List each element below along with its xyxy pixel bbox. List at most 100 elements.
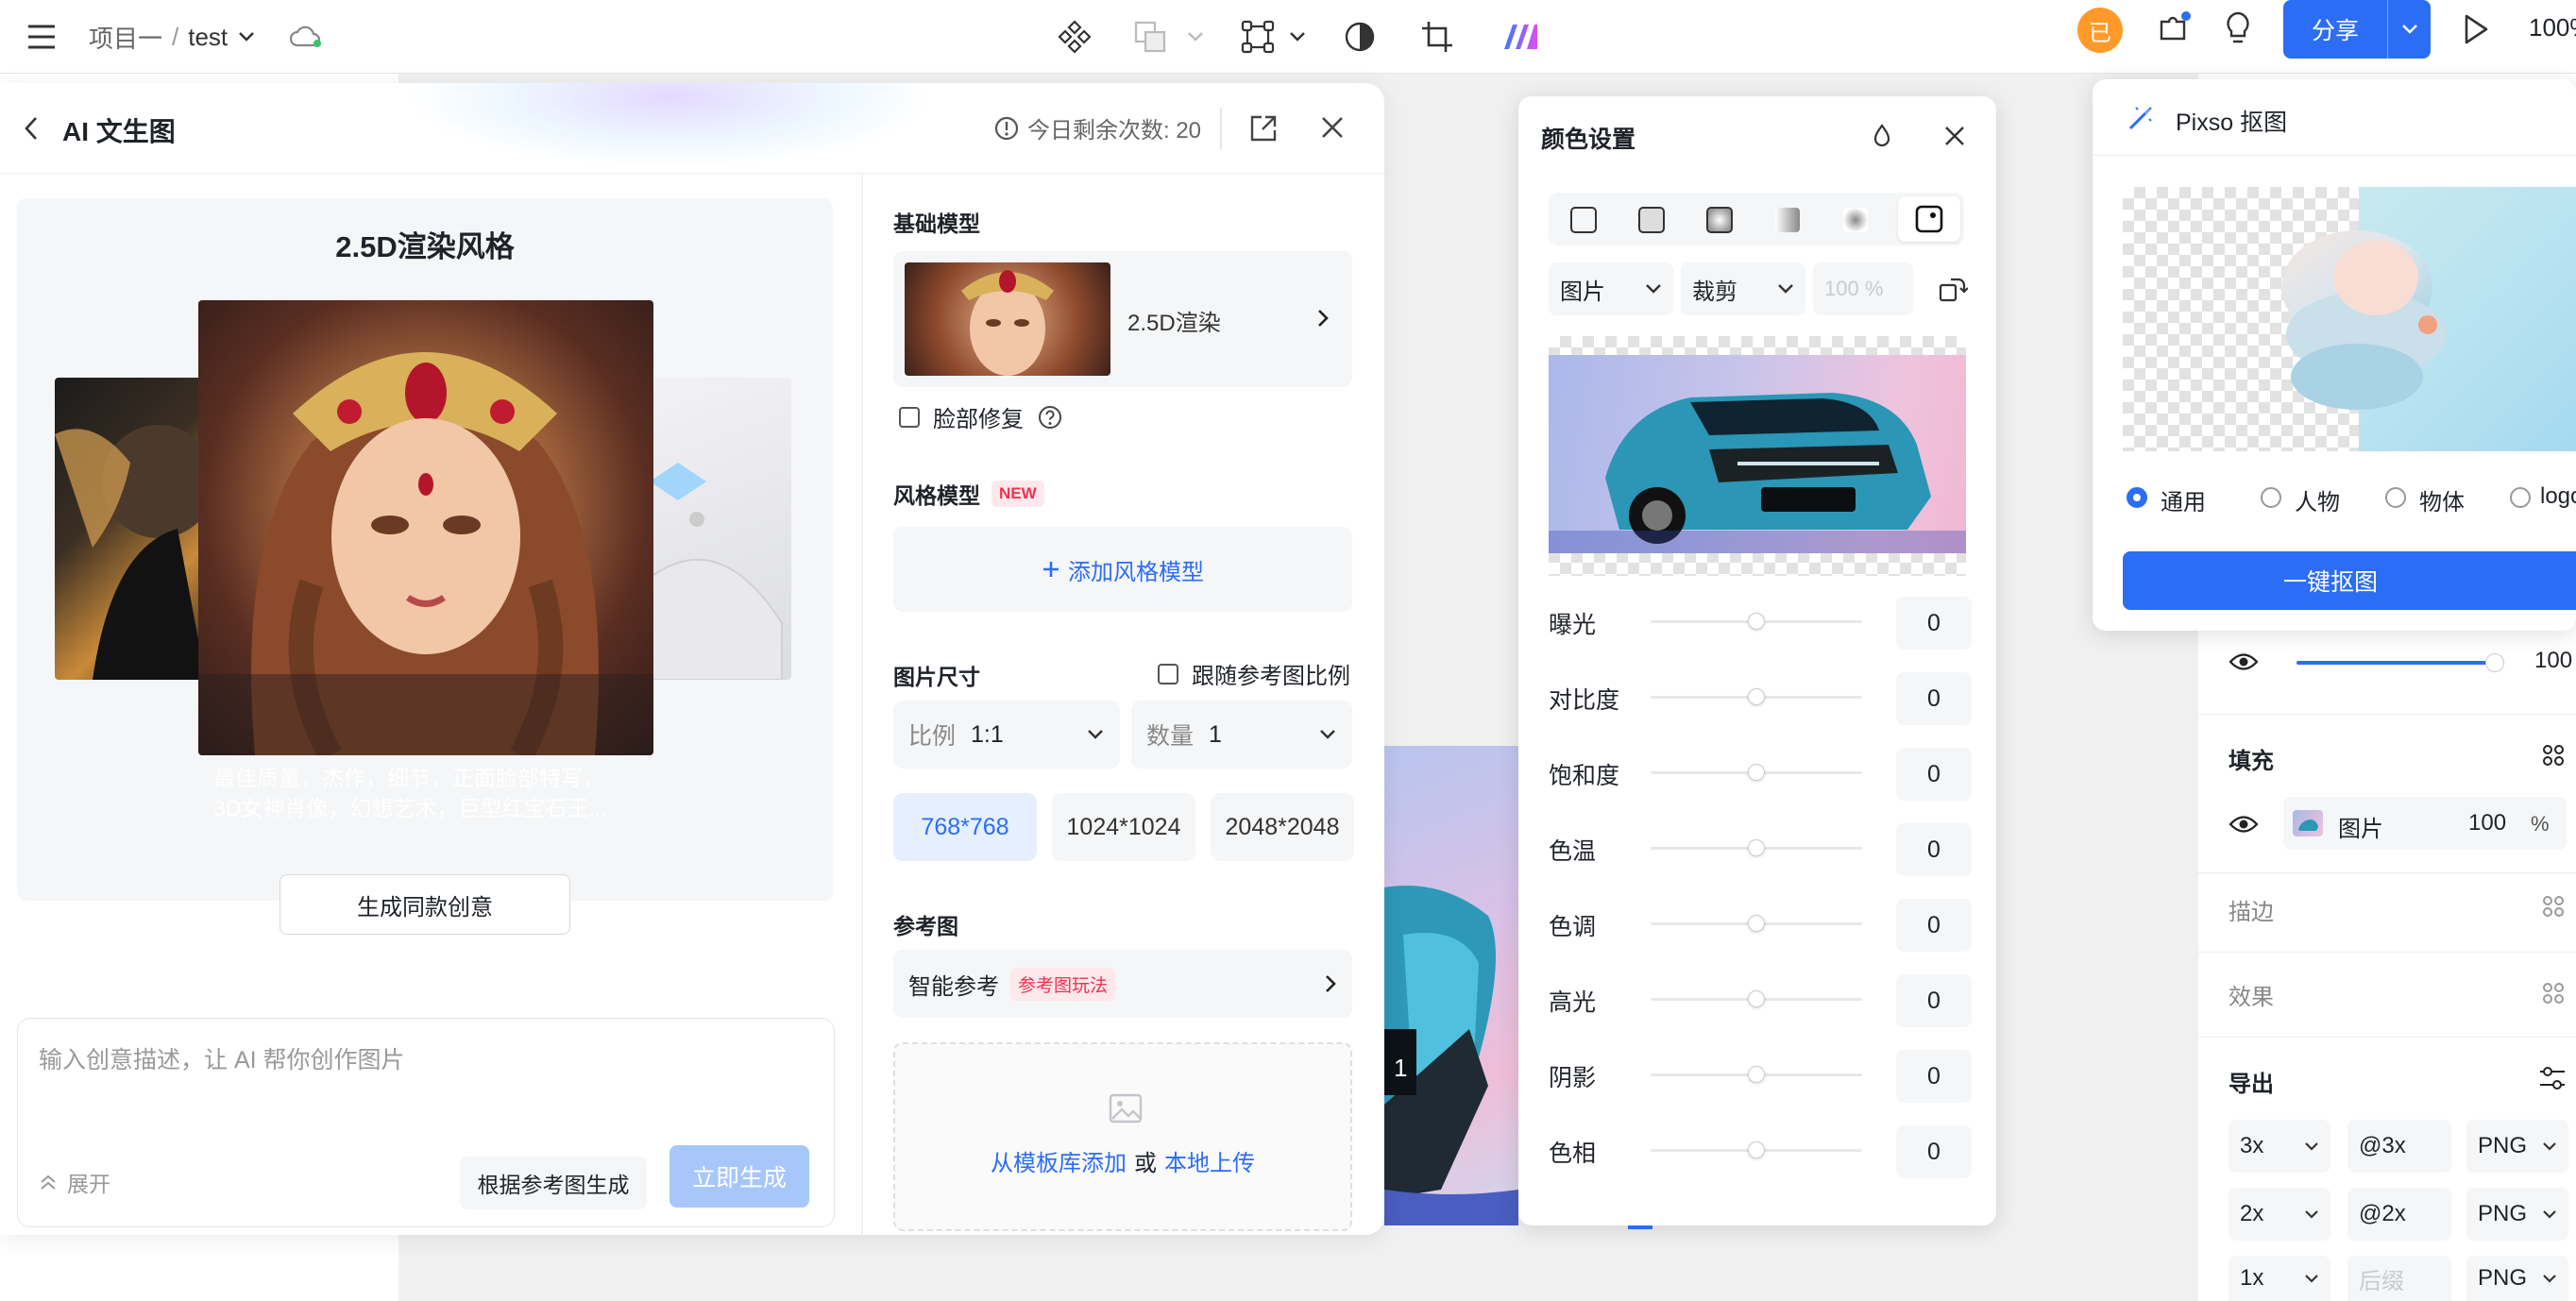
export-format-select[interactable]: PNG bbox=[2466, 1188, 2568, 1241]
export-scale-select[interactable]: 3x bbox=[2229, 1120, 2330, 1173]
adjust-label-tint: 色调 bbox=[1549, 914, 1597, 940]
generate-same-button[interactable]: 生成同款创意 bbox=[280, 874, 570, 935]
highlights-slider-knob[interactable] bbox=[1748, 990, 1765, 1007]
tint-slider-knob[interactable] bbox=[1748, 915, 1765, 932]
style-sample-left[interactable] bbox=[55, 378, 206, 680]
count-select[interactable]: 数量 1 bbox=[1131, 701, 1352, 769]
one-click-cutout-button[interactable]: 一键抠图 bbox=[2123, 551, 2576, 610]
fill-thumbnail[interactable] bbox=[2293, 810, 2323, 836]
chevron-down-icon bbox=[1320, 730, 1335, 739]
fill-row[interactable]: 图片 100 % bbox=[2283, 797, 2567, 850]
component-icon[interactable] bbox=[1054, 16, 1095, 58]
export-format-select[interactable]: PNG bbox=[2466, 1120, 2568, 1173]
follow-ratio-checkbox[interactable] bbox=[1158, 663, 1178, 684]
vector-network-icon[interactable] bbox=[1237, 16, 1279, 58]
project-name[interactable]: 项目一 bbox=[89, 20, 162, 55]
cutout-option-object-radio[interactable] bbox=[2385, 487, 2406, 508]
crop-icon[interactable] bbox=[1416, 16, 1458, 58]
share-dropdown[interactable] bbox=[2387, 0, 2431, 59]
file-name[interactable]: test bbox=[188, 23, 228, 52]
style-sample-main[interactable] bbox=[198, 300, 653, 755]
stroke-title: 描边 bbox=[2229, 900, 2274, 925]
size-option-2048[interactable]: 2048*2048 bbox=[1211, 793, 1354, 861]
mask-icon[interactable] bbox=[1339, 16, 1381, 58]
export-suffix-input[interactable]: @3x bbox=[2347, 1120, 2451, 1173]
cutout-option-general[interactable]: 通用 bbox=[2161, 483, 2206, 516]
eye-icon[interactable] bbox=[2229, 814, 2259, 835]
play-icon[interactable] bbox=[2455, 8, 2497, 50]
back-icon[interactable] bbox=[23, 115, 40, 142]
help-icon[interactable] bbox=[1037, 404, 1063, 431]
eye-icon[interactable] bbox=[2229, 651, 2259, 672]
saturation-slider-knob[interactable] bbox=[1748, 764, 1765, 781]
lightbulb-icon[interactable] bbox=[2217, 8, 2259, 49]
fill-opacity-value[interactable]: 100 bbox=[2468, 810, 2506, 836]
magic-wand-icon bbox=[2128, 107, 2152, 130]
add-style-model-button[interactable]: 添加风格模型 bbox=[893, 527, 1352, 612]
prompt-input[interactable]: 输入创意描述，让 AI 帮你创作图片 bbox=[39, 1041, 813, 1136]
face-fix-checkbox[interactable] bbox=[899, 406, 920, 428]
hue-slider-knob[interactable] bbox=[1748, 1141, 1765, 1158]
cutout-option-logo-radio[interactable] bbox=[2510, 487, 2531, 508]
close-icon[interactable] bbox=[1320, 115, 1345, 140]
temperature-value[interactable]: 0 bbox=[1896, 823, 1972, 876]
layer-opacity-value[interactable]: 100 bbox=[2534, 648, 2576, 674]
expand-toggle[interactable]: 展开 bbox=[39, 1166, 110, 1198]
exposure-slider-knob[interactable] bbox=[1748, 613, 1765, 630]
style-grid-icon[interactable] bbox=[2542, 744, 2565, 767]
style-grid-icon[interactable] bbox=[2542, 982, 2565, 1005]
highlights-value[interactable]: 0 bbox=[1896, 974, 1972, 1027]
temperature-slider-knob[interactable] bbox=[1748, 839, 1765, 856]
menu-icon[interactable] bbox=[21, 16, 62, 58]
style-grid-icon[interactable] bbox=[2542, 895, 2565, 918]
base-model-selector[interactable]: 2.5D渲染 bbox=[893, 251, 1352, 387]
cutout-option-person[interactable]: 人物 bbox=[2295, 483, 2340, 516]
cutout-option-logo[interactable]: logo bbox=[2540, 483, 2576, 510]
chevron-up-double-icon bbox=[41, 1174, 56, 1190]
shadows-slider-knob[interactable] bbox=[1748, 1066, 1765, 1083]
export-suffix-input[interactable]: @2x bbox=[2347, 1188, 2451, 1241]
contrast-value[interactable]: 0 bbox=[1896, 672, 1972, 725]
hue-value[interactable]: 0 bbox=[1896, 1125, 1972, 1178]
reference-upload-area[interactable]: 从模板库添加 或 本地上传 bbox=[893, 1042, 1352, 1231]
ai-logo-icon[interactable] bbox=[1500, 16, 1541, 58]
zoom-level[interactable]: 100% bbox=[2529, 13, 2576, 42]
size-option-1024[interactable]: 1024*1024 bbox=[1052, 793, 1195, 861]
tint-value[interactable]: 0 bbox=[1896, 899, 1972, 952]
face-fix-option[interactable]: 脸部修复 bbox=[899, 400, 1063, 433]
shadows-value[interactable]: 0 bbox=[1896, 1050, 1972, 1103]
ratio-select[interactable]: 比例 1:1 bbox=[893, 701, 1120, 769]
style-sample-right[interactable] bbox=[640, 378, 791, 680]
cloud-sync-icon[interactable] bbox=[285, 16, 327, 58]
add-from-template-link[interactable]: 从模板库添加 bbox=[991, 1144, 1127, 1177]
cutout-option-person-radio[interactable] bbox=[2261, 487, 2281, 508]
cutout-option-object[interactable]: 物体 bbox=[2419, 483, 2465, 516]
layer-opacity-slider[interactable] bbox=[2296, 661, 2495, 665]
saturation-value[interactable]: 0 bbox=[1896, 748, 1972, 801]
contrast-slider-knob[interactable] bbox=[1748, 688, 1765, 705]
smart-reference-row[interactable]: 智能参考 参考图玩法 bbox=[893, 950, 1352, 1018]
cutout-option-general-radio[interactable] bbox=[2127, 487, 2147, 508]
exposure-value[interactable]: 0 bbox=[1896, 597, 1972, 650]
share-button[interactable]: 分享 bbox=[2283, 0, 2431, 59]
settings-sliders-icon[interactable] bbox=[2538, 1065, 2567, 1091]
export-suffix-input[interactable]: 后缀 bbox=[2347, 1256, 2451, 1301]
export-scale-select[interactable]: 1x bbox=[2229, 1256, 2330, 1301]
generate-now-button[interactable]: 立即生成 bbox=[669, 1145, 809, 1208]
local-upload-link[interactable]: 本地上传 bbox=[1164, 1144, 1255, 1177]
export-scale-select[interactable]: 2x bbox=[2229, 1188, 2330, 1241]
canvas-image[interactable]: 1 bbox=[1384, 746, 1518, 1225]
layer-opacity-knob[interactable] bbox=[2485, 653, 2504, 672]
plugin-icon[interactable] bbox=[2153, 8, 2195, 49]
chevron-down-icon[interactable] bbox=[1277, 16, 1318, 58]
follow-ratio-option[interactable]: 跟随参考图比例 bbox=[1158, 657, 1350, 690]
popout-icon[interactable] bbox=[1248, 113, 1279, 144]
boolean-icon[interactable] bbox=[1129, 16, 1171, 58]
avatar[interactable]: 已 bbox=[2077, 8, 2123, 53]
export-format-select[interactable]: PNG bbox=[2466, 1256, 2568, 1301]
chevron-down-icon[interactable] bbox=[237, 30, 256, 43]
generate-by-reference-button[interactable]: 根据参考图生成 bbox=[460, 1157, 647, 1209]
chevron-down-icon[interactable] bbox=[1175, 16, 1216, 58]
size-option-768[interactable]: 768*768 bbox=[893, 793, 1037, 861]
prompt-preview: 最佳质量，杰作，细节，正面脸部特写， 3D女神肖像，幻想艺术，巨型红宝石王... bbox=[213, 766, 607, 820]
